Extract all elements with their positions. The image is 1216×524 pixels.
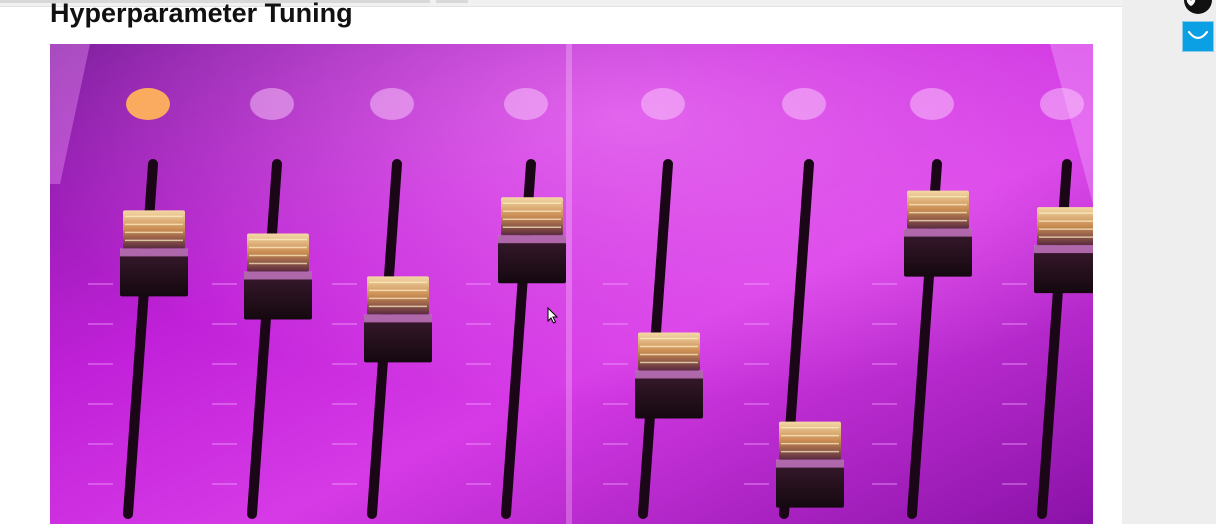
channel-led <box>126 88 170 120</box>
fader-highlight <box>904 228 972 237</box>
extension-button[interactable] <box>1182 21 1214 52</box>
mouse-cursor-icon <box>547 307 559 324</box>
top-tab-indicator <box>436 0 468 3</box>
channel-led <box>504 88 548 120</box>
fader-highlight <box>364 314 432 323</box>
mixer-photo <box>50 44 1093 524</box>
channel-led <box>1040 88 1084 120</box>
page-title: Hyperparameter Tuning <box>50 0 353 28</box>
fader-highlight <box>120 248 188 257</box>
channel-led <box>910 88 954 120</box>
article-image <box>50 44 1093 524</box>
smile-icon <box>1187 30 1209 39</box>
channel-led <box>782 88 826 120</box>
channel-led <box>641 88 685 120</box>
channel-led <box>370 88 414 120</box>
channel-led <box>250 88 294 120</box>
fader-highlight <box>635 370 703 379</box>
fader-highlight <box>776 459 844 468</box>
fader-highlight <box>1034 245 1093 254</box>
fader-highlight <box>244 271 312 280</box>
right-sidebar <box>1122 0 1216 524</box>
fader-highlight <box>498 235 566 244</box>
